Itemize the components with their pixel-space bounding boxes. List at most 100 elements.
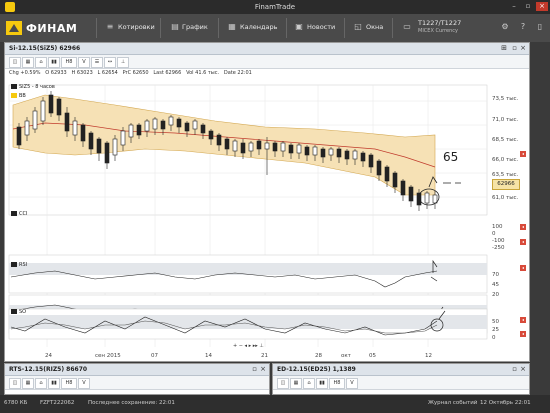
close-pane-button[interactable]: ×: [520, 44, 526, 52]
close-pane-button[interactable]: ×: [260, 365, 266, 373]
price-tick: 66,0 тыс.: [492, 157, 519, 163]
legend-so-label: SO: [19, 309, 27, 315]
close-pane-button[interactable]: ×: [520, 365, 526, 373]
legend-main-label: SIZ5 - 8 часов: [19, 84, 55, 90]
ed-pane-header: ED-12.15(ED25) 1,1389 ▫ ×: [273, 364, 529, 376]
logo-text: ФИНАМ: [26, 22, 78, 35]
toolbar-layout-button[interactable]: ◫: [9, 57, 21, 68]
help-icon[interactable]: ?: [518, 22, 528, 32]
toolbar-draw-button[interactable]: ⊥: [117, 57, 129, 68]
status-bar: 6780 КБ FZFT222062 Последнее сохранение:…: [0, 395, 550, 413]
menu-windows[interactable]: Окна: [366, 23, 383, 31]
price-tick: 68,5 тыс.: [492, 137, 519, 143]
toolbar-volume-button[interactable]: V: [346, 378, 358, 389]
menu-separator: [160, 18, 161, 38]
toolbar-timeframe-button[interactable]: H8: [61, 378, 77, 389]
title-bar: FinamTrade – ▫ ×: [0, 0, 550, 14]
toolbar-timeframe-button[interactable]: H8: [329, 378, 345, 389]
lock-icon[interactable]: ▯: [535, 22, 545, 32]
status-saved: Последнее сохранение: 22:01: [88, 400, 175, 406]
legend-cci: CCI: [11, 211, 27, 217]
legend-so-swatch: [11, 309, 17, 314]
so-tick: 50: [492, 319, 499, 325]
toolbar-home-button[interactable]: ⌂: [35, 378, 47, 389]
marker-icon[interactable]: ◂: [520, 224, 526, 230]
stat-chg: Chg +0.59%: [9, 70, 41, 76]
chart-icon: ▤: [171, 22, 179, 31]
menu-calendar[interactable]: Календарь: [240, 23, 277, 31]
stochastic-panel[interactable]: + − ◂ ▸ ▸▸ ⊥: [5, 307, 529, 353]
maximize-pane-button[interactable]: ▫: [512, 365, 517, 373]
stat-date: Date 22:01: [223, 70, 252, 76]
toolbar-candles-button[interactable]: ▮▮: [316, 378, 328, 389]
maximize-pane-button[interactable]: ▫: [512, 44, 517, 52]
toolbar-home-button[interactable]: ⌂: [35, 57, 47, 68]
toolbar-grid-button[interactable]: ▦: [22, 378, 34, 389]
cci-tick: -100: [492, 238, 505, 244]
toolbar-layout-button[interactable]: ◫: [9, 378, 21, 389]
marker-icon[interactable]: ◂: [520, 317, 526, 323]
legend-rsi-label: RSI: [19, 262, 28, 268]
maximize-pane-button[interactable]: ▫: [252, 365, 257, 373]
toolbar-grid-button[interactable]: ▦: [290, 378, 302, 389]
calendar-icon: ▦: [228, 22, 236, 31]
time-tick: 07: [151, 353, 158, 359]
time-tick: сен 2015: [95, 353, 121, 359]
toolbar-indicators-button[interactable]: ☰: [91, 57, 103, 68]
legend-main: SIZ5 - 8 часов: [11, 84, 55, 90]
stat-low: L 62654: [97, 70, 118, 76]
maximize-button[interactable]: ▫: [522, 2, 534, 11]
stat-high: H 63023: [71, 70, 93, 76]
time-tick: 14: [205, 353, 212, 359]
toolbar-volume-button[interactable]: V: [78, 378, 90, 389]
ed-pane: ED-12.15(ED25) 1,1389 ▫ × ◫ ▦ ⌂ ▮▮ H8 V: [272, 363, 530, 395]
event-log-link[interactable]: Журнал событий: [428, 400, 477, 406]
account-id[interactable]: T1227/T1227: [418, 19, 461, 27]
stat-last: Last 62966: [153, 70, 182, 76]
menu-quotes[interactable]: Котировки: [118, 23, 155, 31]
status-datetime: 12 Октябрь 22:01: [480, 400, 531, 406]
quotes-icon: ≡: [106, 22, 114, 31]
news-icon: ▣: [295, 22, 303, 31]
time-tick: 28: [315, 353, 322, 359]
toolbar-layout-button[interactable]: ◫: [277, 378, 289, 389]
legend-cci-label: CCI: [19, 211, 28, 217]
toolbar-candles-button[interactable]: ▮▮: [48, 57, 60, 68]
marker-icon[interactable]: ◂: [520, 331, 526, 337]
legend-so: SO: [11, 309, 26, 315]
chart-pane: Si-12.15(SiZ5) 62966 ⊞ ▫ × ◫ ▦ ⌂ ▮▮ H8 V…: [4, 42, 530, 362]
rts-title: RTS-12.15(RIZ5) 86670: [9, 366, 88, 373]
close-button[interactable]: ×: [536, 2, 548, 11]
menu-news[interactable]: Новости: [307, 23, 335, 31]
pin-icon[interactable]: ⊞: [501, 44, 507, 52]
settings-icon[interactable]: ⚙: [500, 22, 510, 32]
toolbar-volume-button[interactable]: V: [78, 57, 90, 68]
rts-toolbar: ◫ ▦ ⌂ ▮▮ H8 V: [5, 376, 269, 390]
menu-chart[interactable]: График: [182, 23, 208, 31]
last-price-marker: 62966: [492, 179, 520, 190]
menu-separator: [218, 18, 219, 38]
stat-volume: Vol 41.6 тыс.: [186, 70, 220, 76]
marker-icon[interactable]: ◂: [520, 151, 526, 157]
marker-icon[interactable]: ◂: [520, 239, 526, 245]
time-tick: 05: [369, 353, 376, 359]
so-tick: 25: [492, 327, 499, 333]
stat-open: O 62933: [45, 70, 67, 76]
toolbar-candles-button[interactable]: ▮▮: [48, 378, 60, 389]
quote-stats: Chg +0.59% O 62933 H 63023 L 62654 PrC 6…: [9, 70, 252, 76]
toolbar-home-button[interactable]: ⌂: [303, 378, 315, 389]
handwritten-note: 65: [443, 150, 458, 164]
cci-tick: -250: [492, 245, 505, 251]
toolbar-scale-button[interactable]: ↔: [104, 57, 116, 68]
windows-icon: ◱: [354, 22, 362, 31]
toolbar-timeframe-button[interactable]: H8: [61, 57, 77, 68]
toolbar-grid-button[interactable]: ▦: [22, 57, 34, 68]
legend-bb: BB: [11, 93, 26, 99]
marker-icon[interactable]: ◂: [520, 265, 526, 271]
minimize-button[interactable]: –: [508, 2, 520, 11]
cci-tick: 0: [492, 231, 496, 237]
stat-prev-close: PrC 62650: [122, 70, 149, 76]
legend-main-swatch: [11, 84, 17, 89]
rsi-tick: 70: [492, 272, 499, 278]
price-tick: 63,5 тыс.: [492, 172, 519, 178]
